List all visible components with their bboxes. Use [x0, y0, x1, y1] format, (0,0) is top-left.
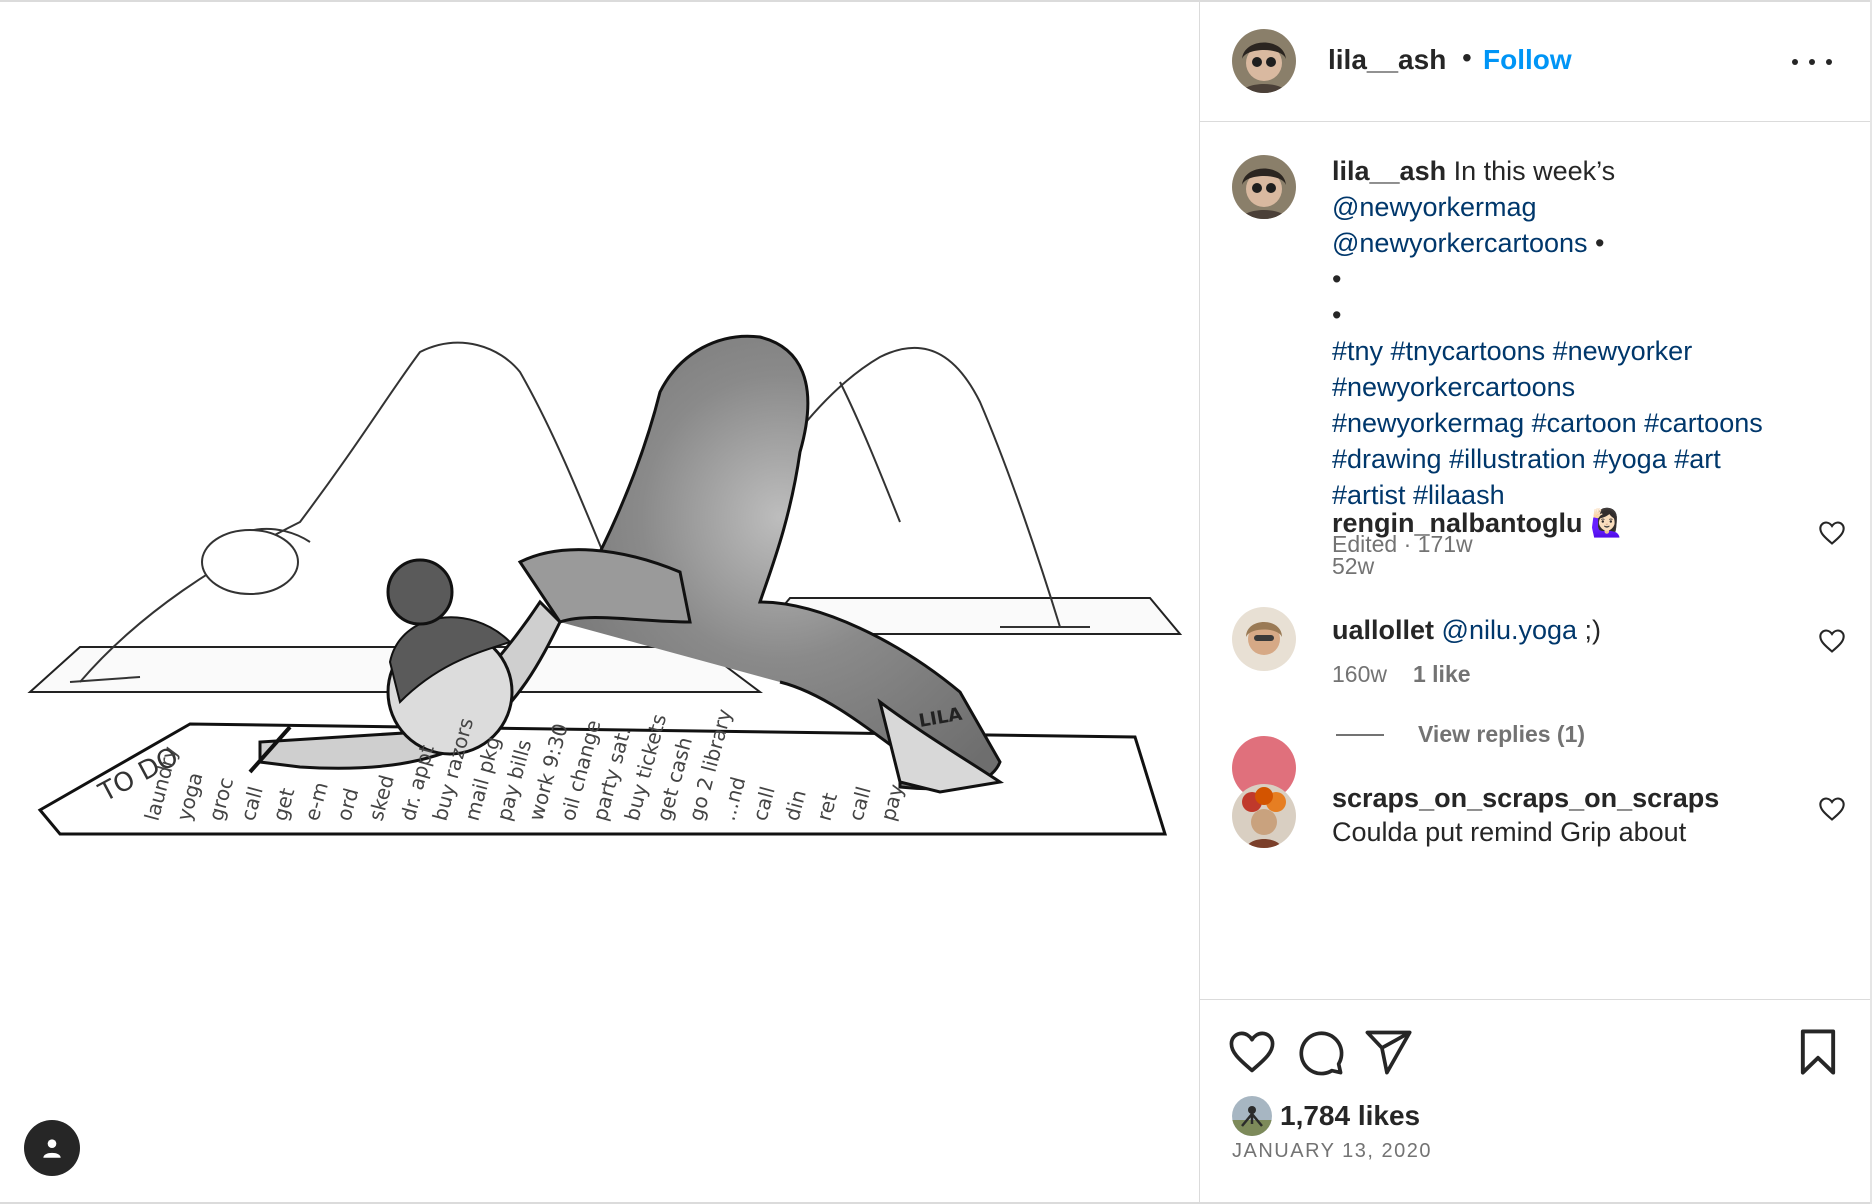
- comment-like-heart-icon[interactable]: [1818, 519, 1846, 547]
- commenter-avatar[interactable]: [1232, 607, 1296, 671]
- comment-text: uallollet @nilu.yoga ;): [1332, 615, 1601, 646]
- header-separator: •: [1462, 42, 1472, 73]
- hashtag-links[interactable]: #newyorkermag #cartoon #cartoons: [1332, 405, 1832, 441]
- comments-section[interactable]: lila__ash In this week’s @newyorkermag @…: [1200, 123, 1870, 999]
- commenter-avatar-image: [1232, 607, 1296, 671]
- comment-username[interactable]: rengin_nalbantoglu: [1332, 508, 1583, 538]
- mention-link[interactable]: @nilu.yoga: [1442, 615, 1578, 645]
- comment-body: Coulda put remind Grip about: [1332, 817, 1687, 847]
- comment-like-count[interactable]: 1 like: [1413, 661, 1471, 687]
- hashtag-links[interactable]: #drawing #illustration #yoga #art: [1332, 441, 1832, 477]
- comment-like-heart-icon[interactable]: [1818, 627, 1846, 655]
- mention-link[interactable]: @newyorkercartoons: [1332, 228, 1588, 258]
- comment-text: scraps_on_scraps_on_scraps: [1332, 783, 1719, 814]
- comment-icon[interactable]: [1294, 1026, 1346, 1078]
- caption-avatar-image: [1232, 155, 1296, 219]
- caption-line: @newyorkercartoons •: [1332, 225, 1832, 261]
- commenter-avatar[interactable]: [1232, 784, 1296, 848]
- hashtag-links[interactable]: #newyorkercartoons: [1332, 369, 1832, 405]
- comment-text: rengin_nalbantoglu 🙋🏻‍♀️: [1332, 507, 1624, 539]
- view-replies-button[interactable]: View replies (1): [1336, 721, 1585, 748]
- caption-line: lila__ash In this week’s: [1332, 153, 1832, 189]
- actions-divider: [1200, 999, 1870, 1000]
- user-tag-icon: [43, 1139, 61, 1158]
- likes-row[interactable]: 1,784 likes: [1232, 1096, 1420, 1136]
- comment-like-heart-icon[interactable]: [1818, 795, 1846, 823]
- more-dot: [1826, 59, 1832, 65]
- caption-dot-line: •: [1332, 264, 1342, 294]
- comment-time: 52w: [1332, 553, 1375, 579]
- caption-avatar[interactable]: [1232, 155, 1296, 219]
- caption-text: In this week’s: [1446, 156, 1616, 186]
- follow-button[interactable]: Follow: [1483, 44, 1572, 76]
- author-avatar[interactable]: [1232, 29, 1296, 93]
- likes-count[interactable]: 1,784 likes: [1280, 1100, 1420, 1132]
- post-image[interactable]: TO DO laundry yoga groc call get e-m ord…: [0, 2, 1199, 1200]
- bookmark-icon[interactable]: [1792, 1026, 1844, 1078]
- comment-body: 🙋🏻‍♀️: [1582, 508, 1624, 538]
- liker-avatar[interactable]: [1232, 1096, 1272, 1136]
- more-options-icon[interactable]: [1792, 46, 1832, 78]
- share-icon[interactable]: [1362, 1026, 1414, 1078]
- hashtag-links[interactable]: #tny #tnycartoons #newyorker: [1332, 333, 1832, 369]
- comment-meta: 160w 1 like: [1332, 661, 1471, 688]
- post-caption: lila__ash In this week’s @newyorkermag @…: [1332, 153, 1832, 513]
- replies-line: [1336, 733, 1384, 736]
- post-date[interactable]: JANUARY 13, 2020: [1232, 1140, 1432, 1163]
- comment-username[interactable]: uallollet: [1332, 615, 1434, 645]
- heart-icon[interactable]: [1226, 1026, 1278, 1078]
- caption-line: @newyorkermag: [1332, 189, 1832, 225]
- yoga-cartoon-illustration: TO DO laundry yoga groc call get e-m ord…: [27, 334, 1183, 836]
- liker-avatar-image: [1232, 1096, 1272, 1136]
- post-details-panel: lila__ash • Follow lila__ash In this wee…: [1200, 0, 1870, 1204]
- user-tag-button[interactable]: [24, 1120, 80, 1176]
- comment-time: 160w: [1332, 661, 1387, 687]
- caption-bullet: •: [1587, 228, 1605, 258]
- caption-username[interactable]: lila__ash: [1332, 156, 1446, 186]
- commenter-avatar-image: [1232, 784, 1296, 848]
- more-dot: [1792, 59, 1798, 65]
- more-dot: [1809, 59, 1815, 65]
- author-username[interactable]: lila__ash: [1328, 44, 1446, 76]
- mention-link[interactable]: @newyorkermag: [1332, 192, 1536, 222]
- view-replies-label: View replies (1): [1418, 721, 1586, 747]
- author-avatar-image: [1232, 29, 1296, 93]
- caption-dot-line: •: [1332, 300, 1342, 330]
- comment-body: ;): [1577, 615, 1602, 645]
- post-header: lila__ash • Follow: [1200, 2, 1870, 122]
- comment-username[interactable]: scraps_on_scraps_on_scraps: [1332, 783, 1719, 813]
